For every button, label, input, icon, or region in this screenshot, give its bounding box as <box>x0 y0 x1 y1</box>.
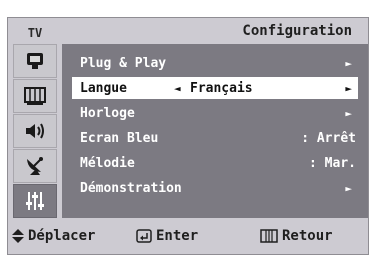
tv-tab: TV <box>27 26 43 40</box>
move-label: Déplacer <box>28 228 96 244</box>
enter-label: Enter <box>156 228 199 244</box>
up-down-icon <box>12 229 24 243</box>
enter-icon <box>136 229 152 243</box>
menu-item-label: Horloge <box>80 105 135 121</box>
right-arrow-icon: ► <box>345 56 352 70</box>
language-value: Français <box>190 80 253 96</box>
back-hint: Retour <box>260 228 333 244</box>
left-arrow-icon[interactable]: ◄ <box>174 82 181 95</box>
satellite-dish-icon <box>27 157 43 175</box>
menu-item-plug-and-play[interactable]: Plug & Play ► <box>72 52 358 74</box>
right-arrow-icon[interactable]: ► <box>345 82 352 95</box>
setup-sliders-icon <box>26 192 44 210</box>
enter-hint: Enter <box>136 228 198 244</box>
page-title: Configuration <box>242 23 352 39</box>
menu-header: Configuration <box>62 18 368 44</box>
menu-item-label: Plug & Play <box>80 55 167 71</box>
input-icon[interactable] <box>13 44 57 78</box>
menu-item-melodie[interactable]: Mélodie : Mar. <box>72 152 358 174</box>
menu-item-label: Démonstration <box>80 180 182 196</box>
navigation-hints: Déplacer Enter Retour <box>8 218 368 254</box>
menu-item-value: : Arrêt <box>301 130 356 146</box>
back-label: Retour <box>282 228 333 244</box>
sound-icon[interactable] <box>13 114 57 148</box>
menu-item-value: : Mar. <box>309 155 356 171</box>
menu-item-label: Ecran Bleu <box>80 130 159 146</box>
menu-panel: Plug & Play ► Langue ◄ Français ► Horlog… <box>62 44 368 220</box>
menu-item-label: Langue <box>80 80 127 96</box>
picture-icon <box>24 87 46 105</box>
picture-icon[interactable] <box>13 79 57 113</box>
menu-item-langue[interactable]: Langue ◄ Français ► <box>72 77 358 99</box>
right-arrow-icon: ► <box>345 181 352 195</box>
right-arrow-icon: ► <box>345 106 352 120</box>
channel-icon[interactable] <box>13 149 57 183</box>
input-icon <box>27 53 43 69</box>
setup-icon[interactable] <box>13 184 57 218</box>
menu-item-label: Mélodie <box>80 155 135 171</box>
menu-item-ecran-bleu[interactable]: Ecran Bleu : Arrêt <box>72 127 358 149</box>
menu-item-horloge[interactable]: Horloge ► <box>72 102 358 124</box>
move-hint: Déplacer <box>12 228 95 244</box>
tv-osd-screen: TV Configuration Plug & Play ► Langue ◄ … <box>7 17 369 255</box>
sound-icon <box>26 123 44 139</box>
menu-icon <box>260 229 278 243</box>
menu-item-demonstration[interactable]: Démonstration ► <box>72 177 358 199</box>
